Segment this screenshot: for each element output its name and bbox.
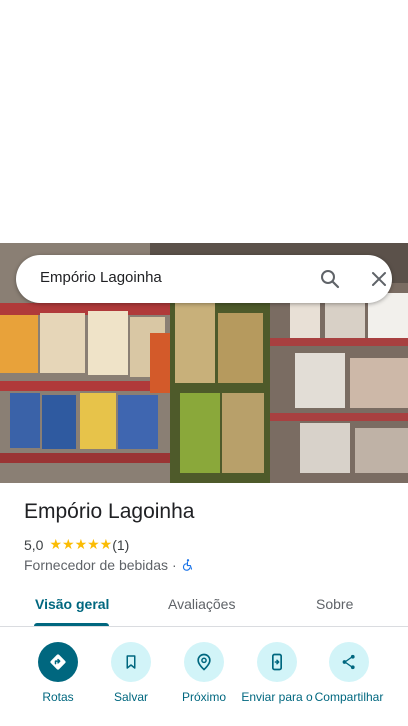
directions-label: Rotas [42, 690, 74, 704]
map-area[interactable] [0, 0, 408, 243]
tab-bar: Visão geral Avaliações Sobre [0, 585, 408, 627]
search-input[interactable]: Empório Lagoinha [40, 269, 162, 286]
share-icon [329, 642, 369, 682]
close-icon[interactable] [367, 267, 391, 291]
save-button[interactable]: Salvar [95, 640, 167, 704]
send-to-phone-label: Enviar para o [241, 690, 313, 704]
directions-icon [38, 642, 78, 682]
search-bar[interactable]: Empório Lagoinha [16, 255, 392, 303]
active-tab-indicator [34, 623, 109, 626]
rating-row[interactable]: 5,0 ★★★★★ (1) [24, 536, 129, 554]
place-title: Empório Lagoinha [24, 500, 195, 523]
nearby-label: Próximo [181, 690, 226, 704]
save-label: Salvar [113, 690, 148, 704]
place-category: Fornecedor de bebidas [24, 557, 168, 573]
action-bar: Rotas Salvar Próximo Enviar para o Compa… [0, 640, 408, 726]
tab-reviews[interactable]: Avaliações [168, 596, 235, 612]
separator-dot: · [172, 557, 177, 573]
share-label: Compartilhar [314, 690, 384, 704]
directions-button[interactable]: Rotas [22, 640, 94, 704]
share-button[interactable]: Compartilhar [313, 640, 385, 704]
nearby-icon [184, 642, 224, 682]
wheelchair-accessible-icon [182, 559, 192, 571]
tab-overview[interactable]: Visão geral [35, 596, 109, 612]
bookmark-icon [111, 642, 151, 682]
review-count[interactable]: (1) [112, 537, 129, 553]
nearby-button[interactable]: Próximo [168, 640, 240, 704]
rating-value: 5,0 [24, 537, 44, 553]
search-icon[interactable] [318, 267, 342, 291]
tab-about[interactable]: Sobre [316, 596, 353, 612]
category-row: Fornecedor de bebidas · [24, 556, 195, 574]
send-to-phone-icon [257, 642, 297, 682]
send-to-phone-button[interactable]: Enviar para o [241, 640, 313, 704]
rating-stars: ★★★★★ [49, 537, 113, 553]
